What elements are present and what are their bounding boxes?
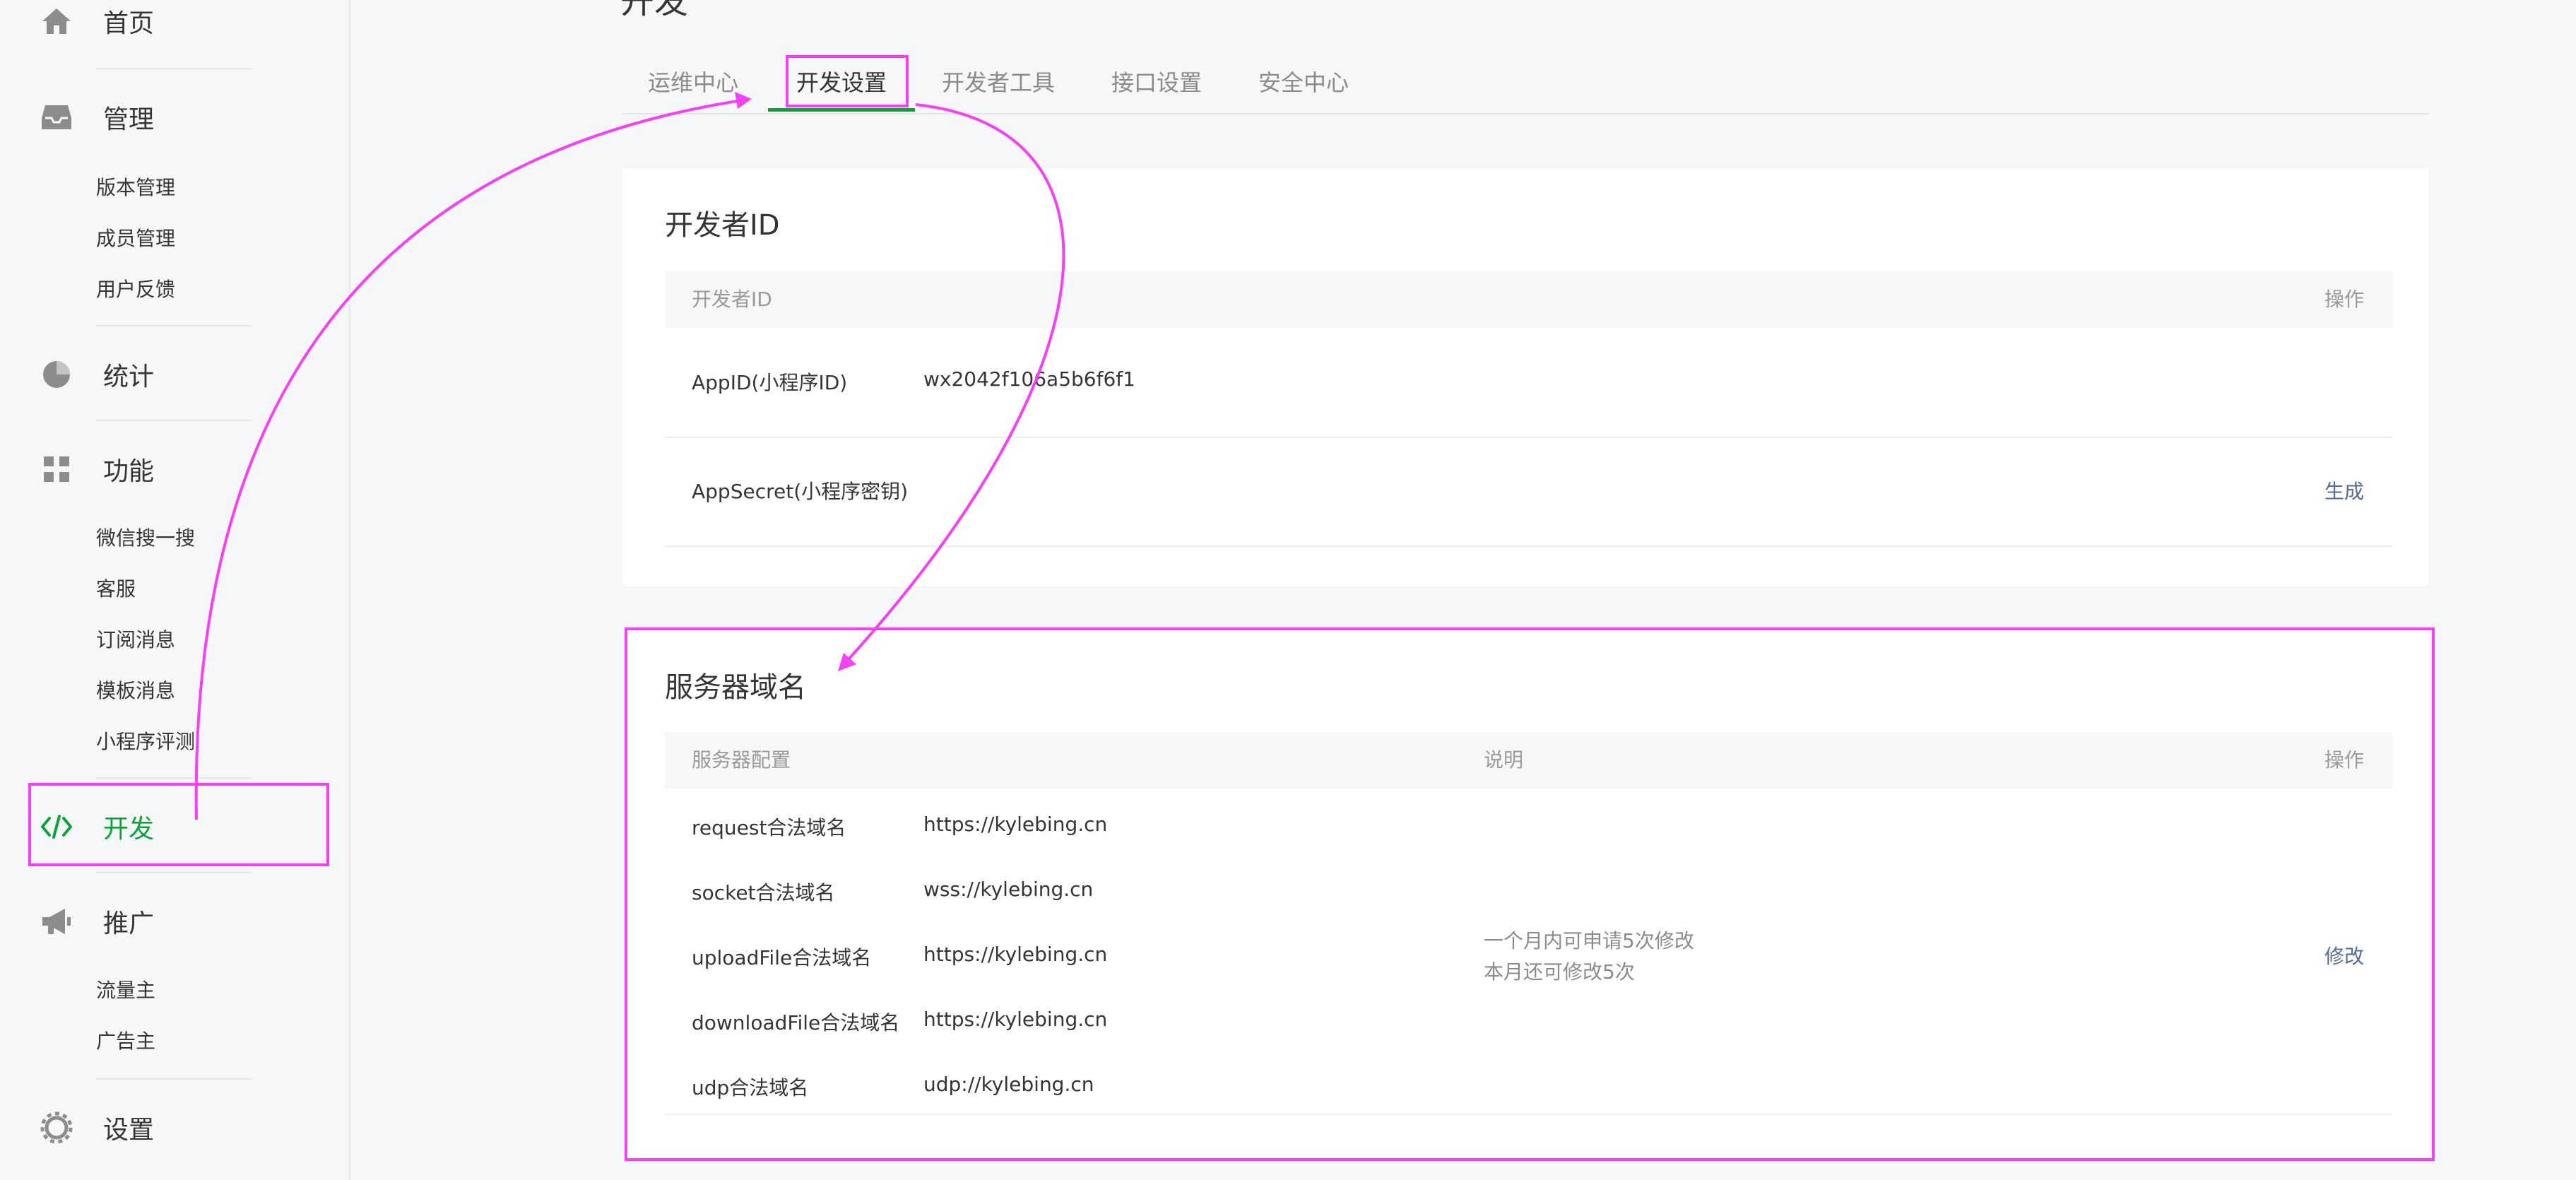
highlight-develop-nav (28, 783, 329, 866)
developer-id-title: 开发者ID (665, 209, 780, 242)
appsecret-label: AppSecret(小程序密钥) (692, 480, 909, 503)
divider (96, 872, 252, 873)
tab-security-center[interactable]: 安全中心 (1258, 59, 1349, 112)
page-title: 开发 (620, 0, 689, 21)
nav-features-label: 功能 (103, 457, 155, 486)
divider (96, 777, 252, 779)
developer-id-card: 开发者ID 开发者ID 操作 AppID(小程序ID) wx2042f106a5… (622, 168, 2429, 586)
table-row: AppID(小程序ID) wx2042f106a5b6f6f1 (665, 328, 2392, 438)
nav-manage-label: 管理 (103, 105, 155, 134)
table-row: AppSecret(小程序密钥) 生成 (665, 437, 2392, 547)
nav-settings[interactable]: 设置 (40, 1099, 154, 1156)
nav-manage[interactable]: 管理 (40, 89, 154, 146)
divider (96, 420, 252, 421)
divider (96, 1078, 252, 1080)
sidebar-item-evaluation[interactable]: 小程序评测 (96, 725, 195, 759)
nav-settings-label: 设置 (103, 1116, 155, 1145)
tab-api-settings[interactable]: 接口设置 (1111, 59, 1202, 112)
nav-promote[interactable]: 推广 (40, 893, 154, 950)
table-header: 开发者ID 操作 (665, 271, 2392, 328)
divider (96, 325, 252, 326)
sidebar-item-template-msg[interactable]: 模板消息 (96, 674, 175, 708)
home-icon (40, 4, 73, 38)
sidebar-item-wechat-search[interactable]: 微信搜一搜 (96, 521, 195, 555)
megaphone-icon (40, 904, 73, 938)
sidebar-item-customer-service[interactable]: 客服 (96, 572, 136, 606)
th-action: 操作 (2324, 288, 2364, 311)
generate-secret-link[interactable]: 生成 (2324, 476, 2364, 505)
nav-home-label: 首页 (103, 9, 155, 38)
highlight-server-domain (625, 627, 2435, 1161)
sidebar-item-members[interactable]: 成员管理 (96, 222, 175, 256)
inbox-icon (40, 100, 73, 134)
appid-value: wx2042f106a5b6f6f1 (923, 367, 1135, 391)
nav-stats-label: 统计 (103, 362, 155, 391)
sidebar: 首页 管理 版本管理 成员管理 用户反馈 统计 功能 微信搜一搜 客服 订阅消息… (0, 0, 350, 1180)
highlight-dev-settings-tab (786, 55, 909, 107)
nav-home[interactable]: 首页 (40, 0, 154, 49)
nav-promote-label: 推广 (103, 909, 155, 938)
tab-ops-center[interactable]: 运维中心 (648, 59, 738, 112)
sidebar-item-traffic-owner[interactable]: 流量主 (96, 974, 155, 1008)
sidebar-item-advertiser[interactable]: 广告主 (96, 1025, 155, 1058)
sidebar-item-feedback[interactable]: 用户反馈 (96, 273, 175, 307)
pie-chart-icon (40, 358, 73, 391)
divider (96, 68, 252, 69)
th-developer-id: 开发者ID (692, 288, 772, 311)
appid-label: AppID(小程序ID) (692, 371, 848, 394)
sidebar-item-subscribe-msg[interactable]: 订阅消息 (96, 623, 175, 657)
tab-dev-tools[interactable]: 开发者工具 (942, 59, 1055, 112)
grid-icon (40, 452, 73, 486)
nav-features[interactable]: 功能 (40, 441, 154, 497)
nav-stats[interactable]: 统计 (40, 346, 154, 403)
gear-icon (40, 1111, 73, 1145)
sidebar-item-version[interactable]: 版本管理 (96, 171, 175, 205)
